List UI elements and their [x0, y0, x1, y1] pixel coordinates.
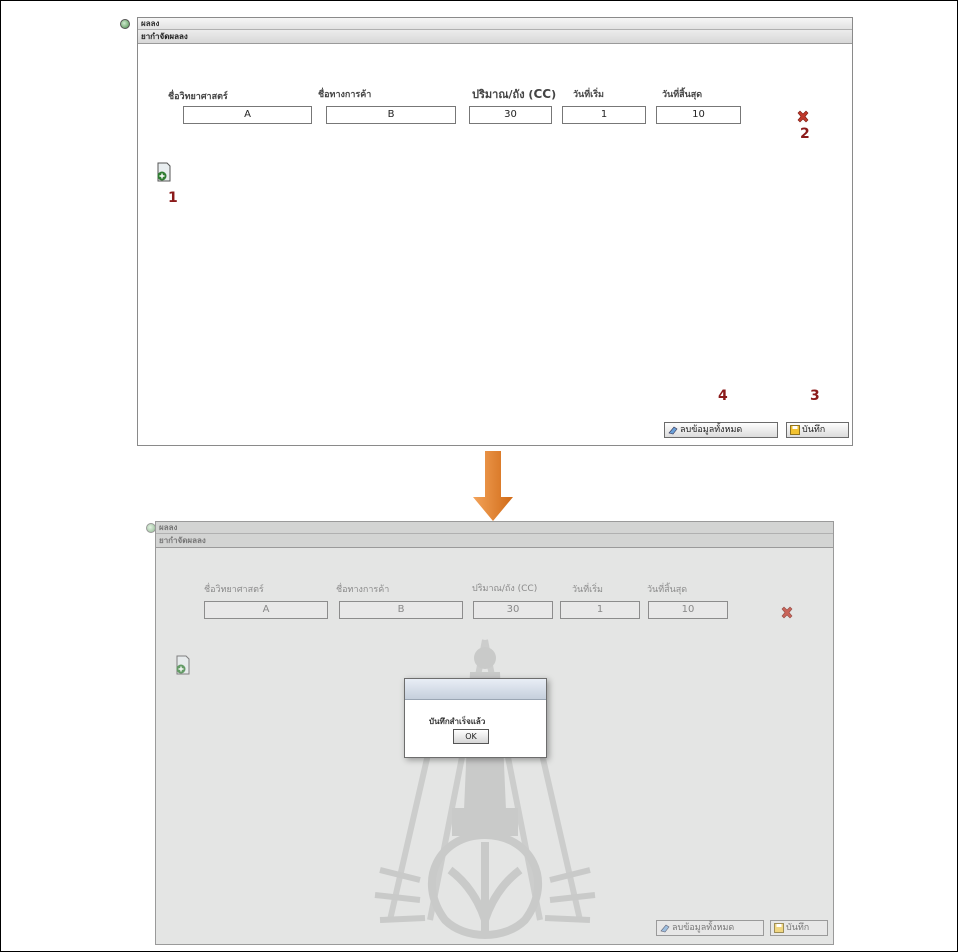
eraser-icon — [668, 426, 678, 434]
save-button[interactable]: บันทึก — [786, 422, 849, 438]
header-scientific-name: ชื่อวิทยาศาสตร์ — [168, 92, 228, 102]
trade-name-input[interactable]: B — [326, 106, 456, 124]
amount-input[interactable]: 30 — [473, 601, 553, 619]
pesticide-panel: ผลลง ยากำจัดผลลง ชื่อวิทยาศาสตร์ ชื่อทาง… — [137, 17, 853, 446]
window-title: ผลลง — [138, 18, 852, 30]
scientific-name-input[interactable]: A — [183, 106, 312, 124]
marker-3: 3 — [810, 388, 820, 404]
start-date-input[interactable]: 1 — [562, 106, 646, 124]
add-row-icon[interactable] — [175, 655, 191, 675]
remove-row-icon[interactable] — [780, 606, 794, 620]
scientific-name-input[interactable]: A — [204, 601, 328, 619]
ok-button[interactable]: OK — [453, 729, 489, 744]
marker-4: 4 — [718, 388, 728, 404]
collapse-toggle-icon[interactable] — [120, 19, 130, 29]
header-trade-name: ชื่อทางการค้า — [318, 90, 372, 100]
down-arrow-icon — [473, 451, 513, 521]
clear-all-button[interactable]: ลบข้อมูลทั้งหมด — [664, 422, 778, 438]
remove-row-icon[interactable] — [796, 110, 810, 124]
amount-input[interactable]: 30 — [469, 106, 552, 124]
marker-1: 1 — [168, 190, 178, 206]
eraser-icon — [660, 924, 670, 932]
end-date-input[interactable]: 10 — [656, 106, 741, 124]
window-title: ผลลง — [156, 522, 833, 534]
section-title: ยากำจัดผลลง — [138, 30, 852, 44]
save-button[interactable]: บันทึก — [770, 920, 828, 936]
header-start-date: วันที่เริ่ม — [572, 585, 603, 595]
header-start-date: วันที่เริ่ม — [573, 90, 604, 100]
add-row-icon[interactable] — [156, 162, 172, 182]
saved-success-dialog: บันทึกสำเร็จแล้ว OK — [404, 678, 547, 758]
header-amount: ปริมาณ/ถัง (CC) — [472, 584, 538, 594]
start-date-input[interactable]: 1 — [560, 601, 640, 619]
end-date-input[interactable]: 10 — [648, 601, 728, 619]
trade-name-input[interactable]: B — [339, 601, 463, 619]
header-end-date: วันที่สิ้นสุด — [647, 585, 688, 595]
section-title: ยากำจัดผลลง — [156, 534, 833, 548]
floppy-disk-icon — [790, 424, 800, 435]
header-end-date: วันที่สิ้นสุด — [662, 90, 703, 100]
dialog-message: บันทึกสำเร็จแล้ว — [429, 717, 486, 726]
header-trade-name: ชื่อทางการค้า — [336, 585, 390, 595]
header-scientific-name: ชื่อวิทยาศาสตร์ — [204, 585, 264, 595]
clear-all-button[interactable]: ลบข้อมูลทั้งหมด — [656, 920, 764, 936]
marker-2: 2 — [800, 126, 810, 142]
dialog-titlebar — [405, 679, 546, 700]
header-amount: ปริมาณ/ถัง (CC) — [472, 87, 557, 101]
floppy-disk-icon — [774, 922, 784, 933]
